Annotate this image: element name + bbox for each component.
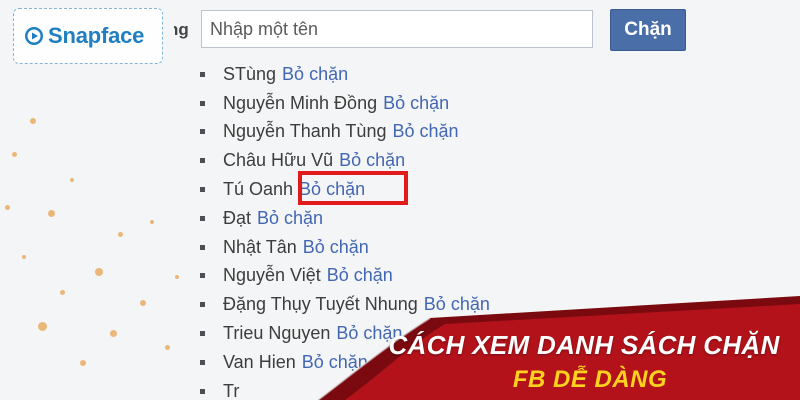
brand-logo: Snapface bbox=[13, 8, 163, 64]
blocked-user-name: Đạt bbox=[223, 207, 252, 228]
unblock-link[interactable]: Bỏ chặn bbox=[282, 64, 348, 85]
unblock-link[interactable]: Bỏ chặn bbox=[424, 294, 490, 315]
blocked-user-name: Van Hien bbox=[223, 351, 296, 372]
play-bubble-icon bbox=[25, 27, 43, 45]
unblock-link[interactable]: Bỏ chặn bbox=[383, 93, 449, 114]
blocked-user-name: Nhật Tân bbox=[223, 236, 297, 257]
blocked-user-name: Nguyễn Thanh Tùng bbox=[223, 121, 387, 142]
bullet-icon bbox=[200, 215, 205, 221]
block-name-input[interactable] bbox=[201, 10, 593, 48]
bullet-icon bbox=[200, 388, 205, 394]
bullet-icon bbox=[200, 129, 205, 135]
list-item: Nguyễn Việt Bỏ chặn bbox=[200, 262, 490, 291]
blocked-user-name: STùng bbox=[223, 63, 277, 84]
bullet-icon bbox=[200, 244, 205, 250]
bullet-icon bbox=[200, 331, 205, 337]
banner-title-line1: CÁCH XEM DANH SÁCH CHẶN bbox=[388, 330, 780, 360]
bullet-icon bbox=[200, 302, 205, 308]
bullet-icon bbox=[200, 158, 205, 164]
blocked-user-name: Nguyễn Minh Đồng bbox=[223, 92, 378, 113]
list-item: Đặng Thụy Tuyết Nhung Bỏ chặn bbox=[200, 290, 490, 319]
unblock-link[interactable]: Bỏ chặn bbox=[257, 208, 323, 229]
blocked-user-name: Nguyễn Việt bbox=[223, 265, 321, 286]
block-button[interactable]: Chặn bbox=[610, 9, 686, 51]
list-item: Nguyễn Thanh Tùng Bỏ chặn bbox=[200, 118, 490, 147]
unblock-link[interactable]: Bỏ chặn bbox=[339, 150, 405, 171]
unblock-link[interactable]: Bỏ chặn bbox=[299, 179, 365, 200]
blocked-user-name: Châu Hữu Vũ bbox=[223, 150, 334, 171]
unblock-link[interactable]: Bỏ chặn bbox=[303, 237, 369, 258]
list-item: Nguyễn Minh Đồng Bỏ chặn bbox=[200, 89, 490, 118]
unblock-link[interactable]: Bỏ chặn bbox=[302, 352, 368, 373]
blocked-user-name: Trieu Nguyen bbox=[223, 323, 331, 344]
unblock-link[interactable]: Bỏ chặn bbox=[392, 121, 458, 142]
blocked-user-name: Tr bbox=[223, 380, 240, 400]
list-item: STùng Bỏ chặn bbox=[200, 60, 490, 89]
list-item: Nhật Tân Bỏ chặn bbox=[200, 233, 490, 262]
unblock-link[interactable]: Bỏ chặn bbox=[327, 265, 393, 286]
block-users-label: ng bbox=[168, 20, 189, 39]
bullet-icon bbox=[200, 273, 205, 279]
list-item: Tú Oanh Bỏ chặn bbox=[200, 175, 490, 204]
bullet-icon bbox=[200, 187, 205, 193]
list-item: Đạt Bỏ chặn bbox=[200, 204, 490, 233]
brand-name: Snapface bbox=[48, 23, 145, 48]
bullet-icon bbox=[200, 359, 205, 365]
bullet-icon bbox=[200, 71, 205, 77]
screenshot-stage: Snapface ng Chặn STùngBỏ chặnNguyễn Minh… bbox=[0, 0, 800, 400]
banner-title-line2: FB DỄ DÀNG bbox=[512, 366, 668, 393]
list-item: Châu Hữu Vũ Bỏ chặn bbox=[200, 146, 490, 175]
bullet-icon bbox=[200, 100, 205, 106]
blocked-user-name: Đặng Thụy Tuyết Nhung bbox=[223, 294, 418, 315]
blocked-user-name: Tú Oanh bbox=[223, 179, 294, 200]
